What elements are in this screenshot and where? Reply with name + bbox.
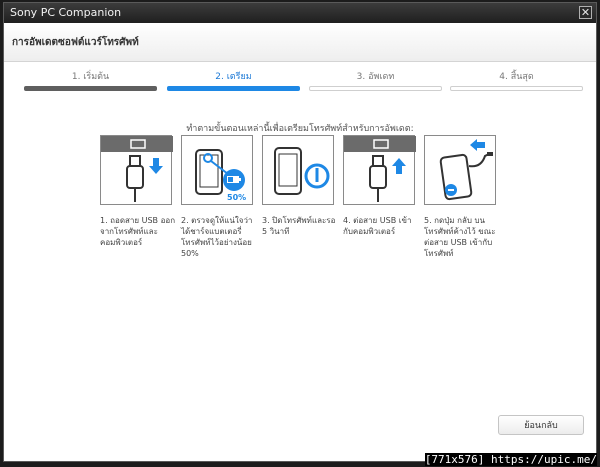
- phone-connect-button-icon: [439, 139, 493, 201]
- title-bar: Sony PC Companion ✕: [4, 3, 596, 23]
- usb-plug-icon: [344, 136, 416, 202]
- step-finish: 4. สิ้นสุด: [450, 69, 583, 95]
- step-bar: [309, 86, 442, 91]
- phone-power-off-icon: [274, 147, 330, 195]
- card-caption: 4. ต่อสาย USB เข้ากับคอมพิวเตอร์: [343, 216, 412, 236]
- page-header: การอัพเดตซอฟต์แวร์โทรศัพท์: [4, 23, 596, 62]
- progress-steps: 1. เริ่มต้น 2. เตรียม 3. อัพเดท 4. สิ้นส…: [24, 69, 588, 95]
- usb-unplug-icon: [101, 136, 173, 202]
- card-plug-usb: [343, 135, 416, 205]
- battery-percent-badge: 50%: [227, 193, 247, 202]
- instruction-text: ทำตามขั้นตอนเหล่านี้เพื่อเตรียมโทรศัพท์ส…: [186, 124, 414, 134]
- app-window: Sony PC Companion ✕ การอัพเดตซอฟต์แวร์โท…: [3, 2, 597, 462]
- step-label: 2. เตรียม: [215, 72, 252, 82]
- window-title: Sony PC Companion: [10, 6, 122, 19]
- step-bar: [450, 86, 583, 91]
- back-button[interactable]: ย้อนกลับ: [498, 415, 584, 435]
- step-start: 1. เริ่มต้น: [24, 69, 157, 95]
- card-hold-back: [424, 135, 496, 205]
- watermark: [771x576] https://upic.me/: [424, 453, 597, 466]
- step-label: 1. เริ่มต้น: [71, 72, 110, 82]
- step-bar: [167, 86, 300, 91]
- card-caption: 1. ถอดสาย USB ออกจากโทรศัพท์และคอมพิวเตอ…: [100, 216, 176, 247]
- step-label: 4. สิ้นสุด: [499, 72, 534, 82]
- step-prepare: 2. เตรียม: [167, 69, 300, 95]
- close-button[interactable]: ✕: [579, 6, 592, 19]
- card-power-off: [262, 135, 334, 205]
- page-title: การอัพเดตซอฟต์แวร์โทรศัพท์: [12, 37, 139, 48]
- step-bar: [24, 86, 157, 91]
- card-caption: 2. ตรวจดูให้แน่ใจว่าได้ชาร์จแบตเตอรี่โทร…: [181, 216, 253, 258]
- card-battery: 50%: [181, 135, 253, 205]
- card-unplug-usb: [100, 135, 173, 205]
- step-update: 3. อัพเดท: [309, 69, 442, 95]
- step-label: 3. อัพเดท: [356, 72, 395, 82]
- close-icon: ✕: [580, 6, 591, 19]
- card-caption: 5. กดปุ่ม กลับ บนโทรศัพท์ค้างไว้ ขณะต่อส…: [424, 216, 496, 258]
- card-caption: 3. ปิดโทรศัพท์และรอ 5 วินาที: [262, 216, 336, 236]
